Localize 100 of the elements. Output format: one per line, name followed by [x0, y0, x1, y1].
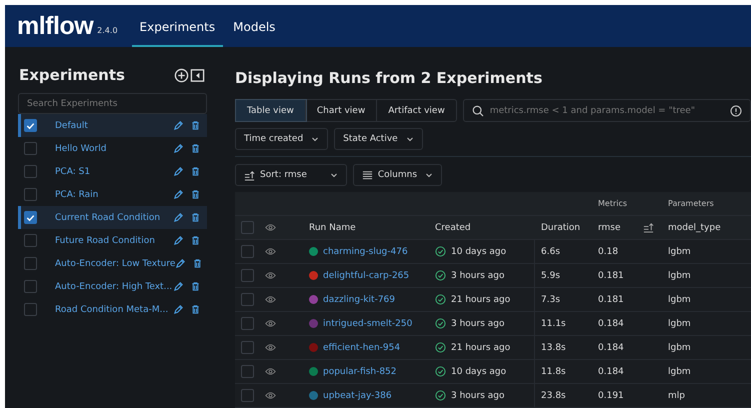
- checkbox[interactable]: [24, 165, 37, 178]
- trash-icon[interactable]: [190, 143, 201, 154]
- table-cell-text: 0.181: [598, 270, 625, 282]
- checkbox[interactable]: [24, 211, 37, 224]
- edit-icon[interactable]: [173, 143, 184, 154]
- trash-icon[interactable]: [190, 235, 201, 246]
- column-header[interactable]: Created: [435, 216, 541, 239]
- experiment-item[interactable]: PCA: S1: [18, 160, 207, 183]
- checkbox[interactable]: [241, 269, 254, 282]
- column-header[interactable]: model_type: [668, 216, 748, 239]
- checkbox[interactable]: [24, 119, 37, 132]
- table-cell-text: 0.184: [598, 342, 625, 354]
- eye-icon[interactable]: [265, 271, 276, 280]
- trash-icon[interactable]: [190, 304, 201, 315]
- add-icon[interactable]: [174, 68, 189, 82]
- run-link[interactable]: upbeat-jay-386: [323, 390, 392, 400]
- eye-icon[interactable]: [265, 367, 276, 376]
- created-time: 10 days ago: [451, 246, 506, 256]
- trash-icon[interactable]: [190, 120, 201, 131]
- table-cell-text: 0.181: [598, 294, 625, 306]
- experiment-item[interactable]: Default: [18, 114, 207, 137]
- checkbox[interactable]: [241, 389, 254, 402]
- experiment-item[interactable]: PCA: Rain: [18, 183, 207, 206]
- experiment-name: PCA: Rain: [55, 190, 100, 200]
- checkbox[interactable]: [24, 257, 37, 270]
- eye-icon[interactable]: [265, 247, 276, 256]
- trash-icon[interactable]: [190, 281, 201, 292]
- sort-dropdown[interactable]: Sort: rmse: [235, 164, 347, 186]
- eye-icon[interactable]: [265, 343, 276, 352]
- table-cell-text: 0.191: [598, 390, 625, 402]
- table-cell-text: mlp: [668, 390, 686, 402]
- caret-icon: [425, 171, 434, 179]
- filter-dropdown[interactable]: Time created: [235, 128, 328, 150]
- view-tab[interactable]: Chart view: [306, 100, 378, 121]
- column-header[interactable]: rmse: [598, 216, 643, 239]
- edit-icon[interactable]: [173, 304, 184, 315]
- checkbox[interactable]: [241, 365, 254, 378]
- eye-icon[interactable]: [265, 223, 276, 232]
- experiment-item[interactable]: Auto-Encoder: Low Texture: [18, 252, 207, 275]
- table-cell-text: 0.184: [598, 366, 625, 378]
- experiment-name: Current Road Condition: [55, 212, 162, 222]
- edit-icon[interactable]: [173, 189, 184, 200]
- version-label: 2.4.0: [97, 26, 118, 34]
- experiment-item[interactable]: Road Condition Meta-M...: [18, 298, 207, 321]
- run-link[interactable]: intrigued-smelt-250: [323, 318, 412, 328]
- checkbox[interactable]: [24, 280, 37, 293]
- info-icon[interactable]: [730, 105, 742, 117]
- run-link[interactable]: efficient-hen-954: [323, 342, 400, 352]
- table-cell-text: lgbm: [668, 246, 692, 258]
- edit-icon[interactable]: [173, 281, 184, 292]
- experiment-item[interactable]: Hello World: [18, 137, 207, 160]
- checkbox[interactable]: [241, 341, 254, 354]
- experiment-item[interactable]: Future Road Condition: [18, 229, 207, 252]
- checkbox[interactable]: [24, 234, 37, 247]
- eye-icon[interactable]: [265, 319, 276, 328]
- edit-icon[interactable]: [173, 235, 184, 246]
- check-circle-icon: [435, 342, 446, 353]
- trash-icon[interactable]: [190, 166, 201, 177]
- table-cell: 11.1s: [534, 312, 598, 335]
- caret-icon: [311, 135, 320, 143]
- mlflow-logo[interactable]: mlflow: [17, 12, 94, 40]
- edit-icon[interactable]: [173, 120, 184, 131]
- eye-icon[interactable]: [265, 391, 276, 400]
- checkbox[interactable]: [241, 317, 254, 330]
- run-link[interactable]: dazzling-kit-769: [323, 294, 396, 304]
- run-link[interactable]: delightful-carp-265: [323, 270, 410, 280]
- trash-icon[interactable]: [190, 189, 201, 200]
- caret-icon: [330, 171, 338, 179]
- filter-dropdown[interactable]: State Active: [334, 128, 423, 150]
- experiment-name: PCA: S1: [55, 166, 92, 176]
- trash-icon[interactable]: [192, 258, 204, 269]
- search-field[interactable]: metrics.rmse < 1 and params.model = "tree": [462, 99, 751, 122]
- experiment-name: Hello World: [55, 144, 108, 154]
- column-header[interactable]: Duration: [541, 216, 598, 239]
- experiment-item[interactable]: Current Road Condition: [18, 206, 207, 229]
- checkbox[interactable]: [241, 293, 254, 306]
- checkbox[interactable]: [241, 245, 254, 258]
- checkbox[interactable]: [241, 221, 254, 234]
- view-tab[interactable]: Table view: [236, 100, 306, 121]
- table-cell: 23.8s: [534, 384, 598, 407]
- checkbox[interactable]: [24, 142, 37, 155]
- view-tab[interactable]: Artifact view: [377, 100, 456, 121]
- column-header[interactable]: Run Name: [309, 216, 435, 239]
- trash-icon[interactable]: [190, 212, 201, 223]
- nav-tab[interactable]: Models: [225, 8, 284, 46]
- edit-icon[interactable]: [173, 166, 184, 177]
- experiment-item[interactable]: Auto-Encoder: High Text...: [18, 275, 207, 298]
- eye-icon[interactable]: [265, 295, 276, 304]
- checkbox[interactable]: [24, 303, 37, 316]
- edit-icon[interactable]: [173, 212, 184, 223]
- search-field[interactable]: Search Experiments: [18, 93, 207, 114]
- columns-dropdown[interactable]: Columns: [352, 164, 442, 186]
- run-link[interactable]: charming-slug-476: [323, 246, 408, 256]
- checkbox[interactable]: [24, 188, 37, 201]
- collapse-icon[interactable]: [190, 68, 205, 82]
- list-icon: [362, 170, 373, 180]
- edit-icon[interactable]: [175, 258, 186, 269]
- run-link[interactable]: popular-fish-852: [323, 366, 397, 376]
- table-cell: 5.9s: [534, 264, 598, 287]
- sort-icon[interactable]: [643, 222, 654, 233]
